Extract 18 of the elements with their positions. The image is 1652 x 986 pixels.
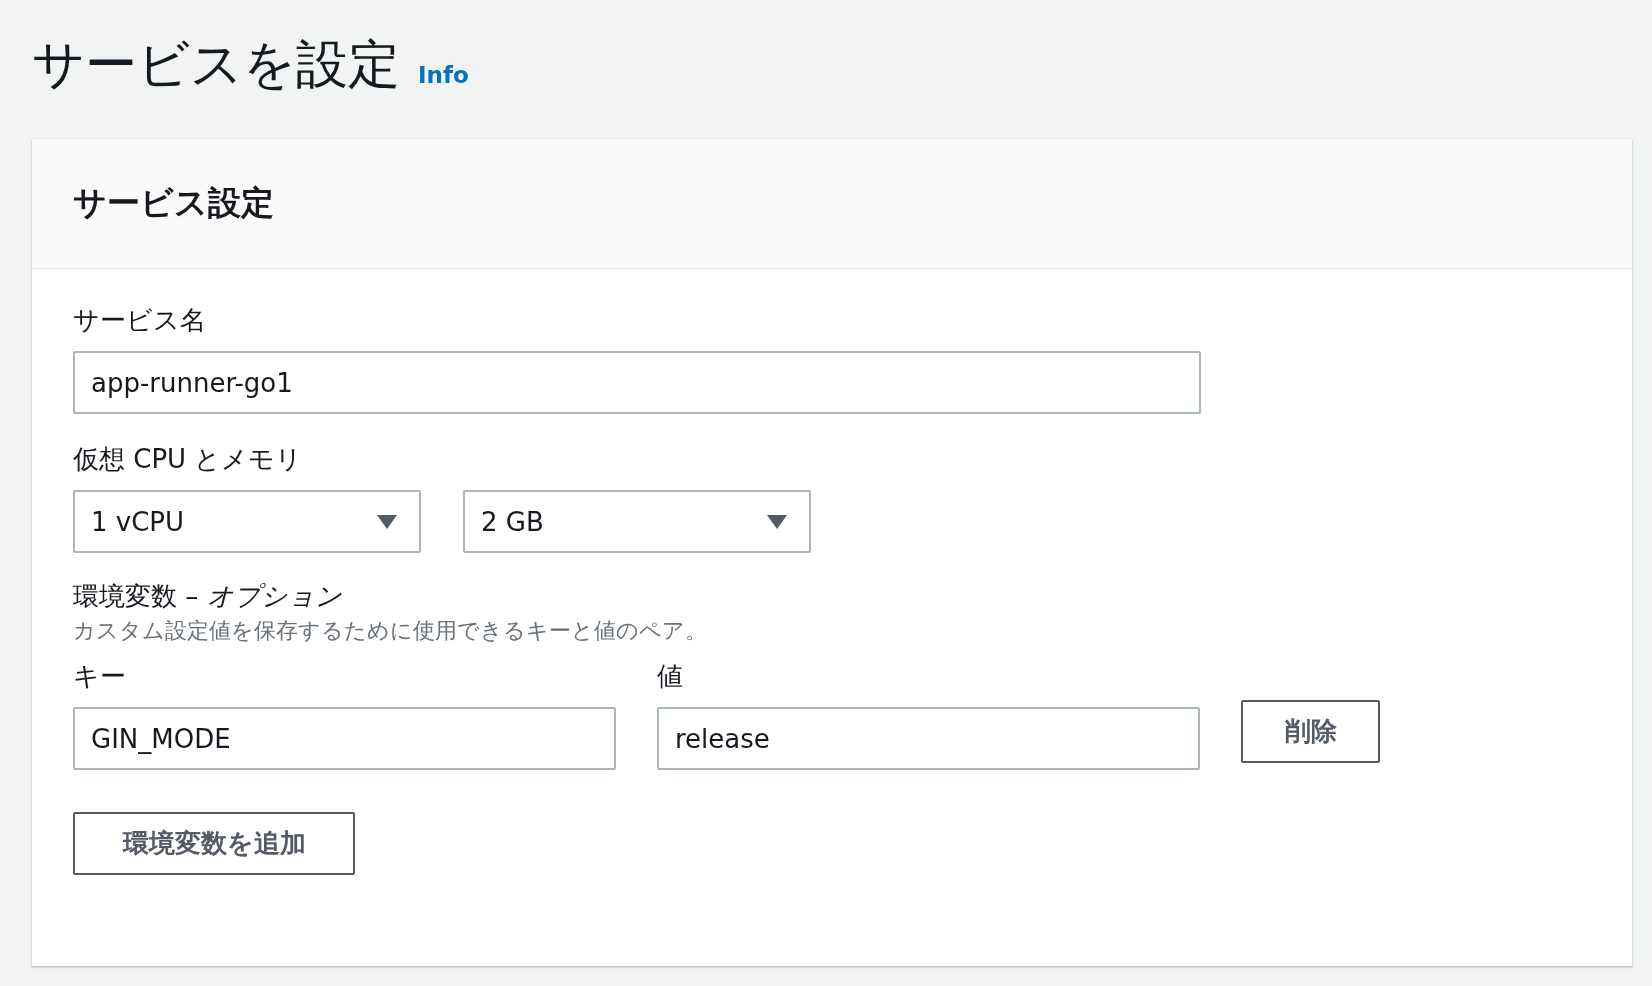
add-variable-button[interactable]: 環境変数を追加 [73,812,355,875]
info-link[interactable]: Info [418,60,469,90]
service-name-field[interactable]: app-runner-go1 [73,351,1201,414]
value-field[interactable]: release [657,707,1200,770]
field-label: サービス名 [73,304,206,337]
dropdown-select[interactable]: 2 GB [463,490,811,553]
field-description: カスタム設定値を保存するために使用できるキーと値のペア。 [73,617,707,645]
field-label: 仮想 CPU とメモリ [73,443,303,476]
value-label: 値 [657,660,683,693]
key-field[interactable]: GIN_MODE [73,707,616,770]
caret-icon [767,514,787,529]
caret-icon [377,514,397,529]
dropdown-select[interactable]: 1 vCPU [73,490,421,553]
remove-button[interactable]: 削除 [1241,700,1380,763]
card-title: サービス設定 [73,182,274,224]
key-label: キー [73,660,127,693]
page-title: サービスを設定 [32,33,400,96]
field-label: 環境変数 – オプション [73,580,342,613]
